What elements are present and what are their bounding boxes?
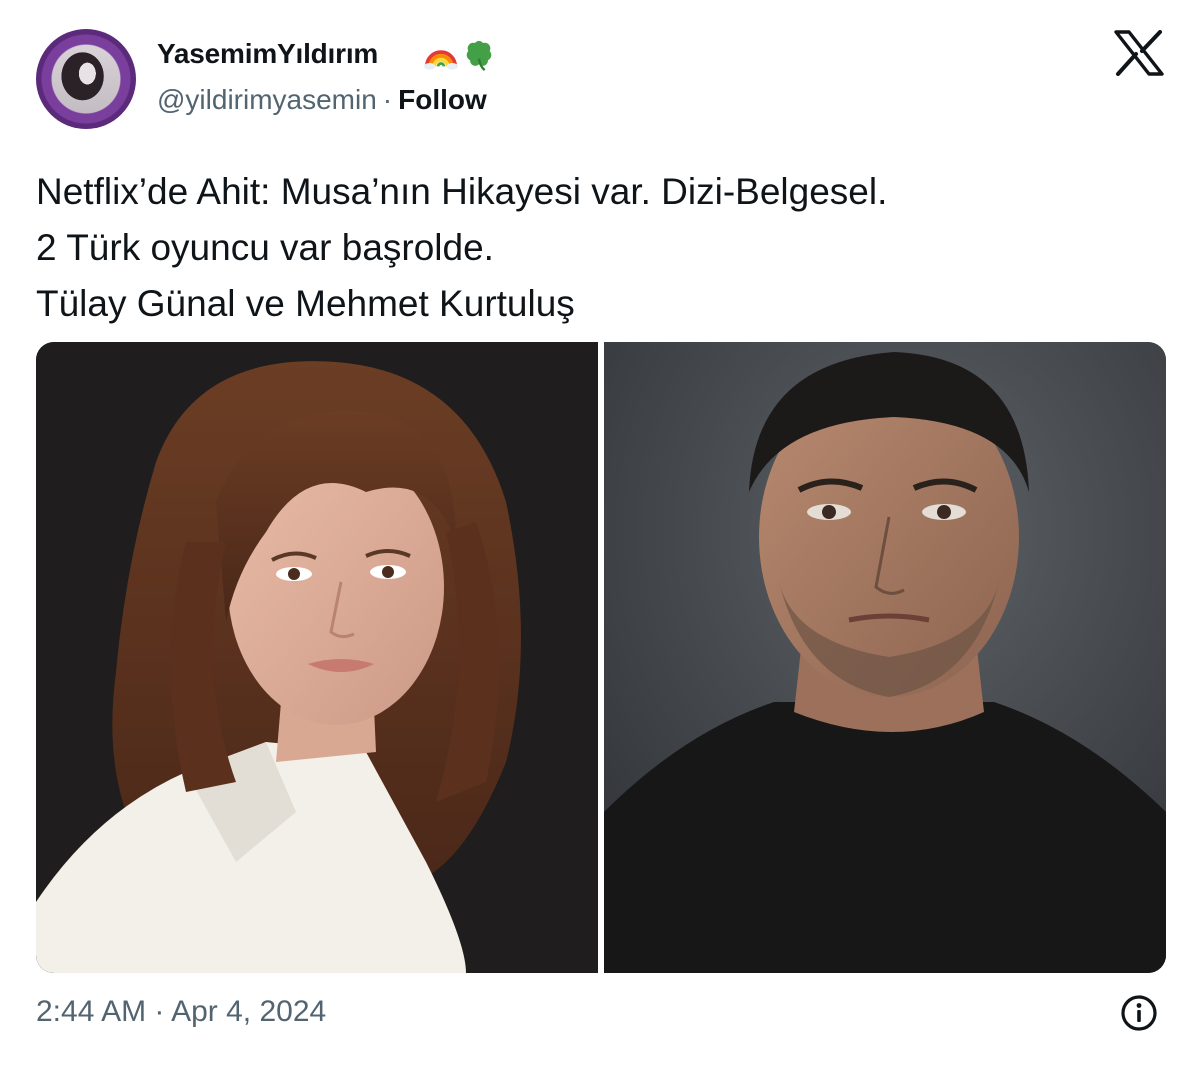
follow-button[interactable]: Follow — [398, 84, 487, 115]
rainbow-icon — [424, 50, 458, 70]
avatar-photo — [52, 45, 120, 113]
tweet-line: Tülay Günal ve Mehmet Kurtuluş — [36, 283, 575, 324]
info-icon[interactable] — [1120, 994, 1158, 1032]
tweet-media — [36, 342, 1166, 973]
portrait-man-image[interactable] — [604, 342, 1166, 973]
separator-dot: · — [382, 84, 393, 115]
tweet-line: 2 Türk oyuncu var başrolde. — [36, 227, 494, 268]
author-display-name[interactable]: YasemimYıldırım — [157, 38, 378, 70]
x-logo-icon[interactable] — [1114, 30, 1164, 76]
tweet-text: Netflix’de Ahit: Musa’nın Hikayesi var. … — [36, 164, 1166, 332]
four-leaf-clover-icon — [466, 40, 492, 72]
author-avatar[interactable] — [36, 29, 136, 129]
author-handle-line: @yildirimyasemin · Follow — [157, 84, 487, 116]
tweet-timestamp[interactable]: 2:44 AM · Apr 4, 2024 — [36, 995, 326, 1029]
portrait-woman-image[interactable] — [36, 342, 598, 973]
tweet-line: Netflix’de Ahit: Musa’nın Hikayesi var. … — [36, 171, 888, 212]
author-handle[interactable]: @yildirimyasemin — [157, 84, 377, 115]
